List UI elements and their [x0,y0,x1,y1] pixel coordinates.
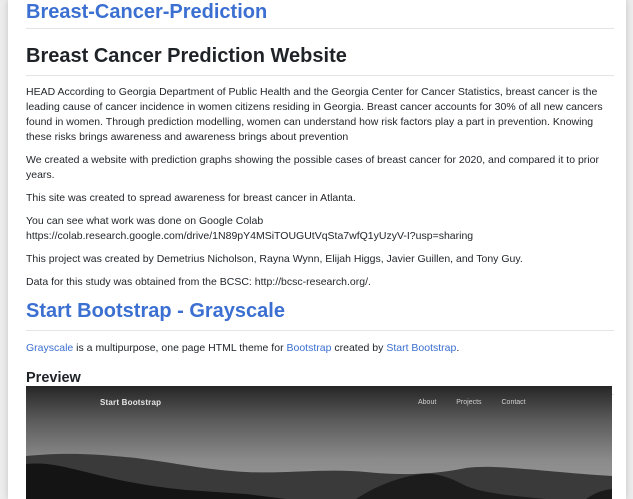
awareness-paragraph: This site was created to spread awarenes… [26,192,356,204]
grayscale-description: Grayscale is a multipurpose, one page HT… [26,341,614,356]
grayscale-text-1: is a multipurpose, one page HTML theme f… [73,342,287,354]
data-source-paragraph: Data for this study was obtained from th… [26,276,371,288]
grayscale-text-3: . [456,342,460,354]
grayscale-link[interactable]: Grayscale [26,342,73,354]
section-title: Start Bootstrap - Grayscale [26,298,614,331]
bootstrap-link[interactable]: Bootstrap [286,342,331,354]
colab-paragraph: You can see what work was done on Google… [26,215,474,242]
preview-nav: About Projects Contact [418,399,544,406]
authors-paragraph: This project was created by Demetrius Ni… [26,253,523,265]
preview-nav-projects: Projects [456,399,482,406]
readme-page: Breast-Cancer-Prediction Breast Cancer P… [8,0,626,499]
repo-title[interactable]: Breast-Cancer-Prediction [26,0,614,29]
preview-screenshot: Start Bootstrap About Projects Contact [26,386,612,499]
grayscale-text-2: created by [331,342,387,354]
preview-nav-about: About [418,399,437,406]
start-bootstrap-link[interactable]: Start Bootstrap [386,342,456,354]
preview-nav-contact: Contact [501,399,526,406]
intro-paragraph: HEAD According to Georgia Department of … [26,86,603,143]
prediction-paragraph: We created a website with prediction gra… [26,154,599,181]
site-title: Breast Cancer Prediction Website [26,43,614,76]
readme-content: Breast-Cancer-Prediction Breast Cancer P… [26,0,614,395]
preview-brand: Start Bootstrap [100,398,162,407]
